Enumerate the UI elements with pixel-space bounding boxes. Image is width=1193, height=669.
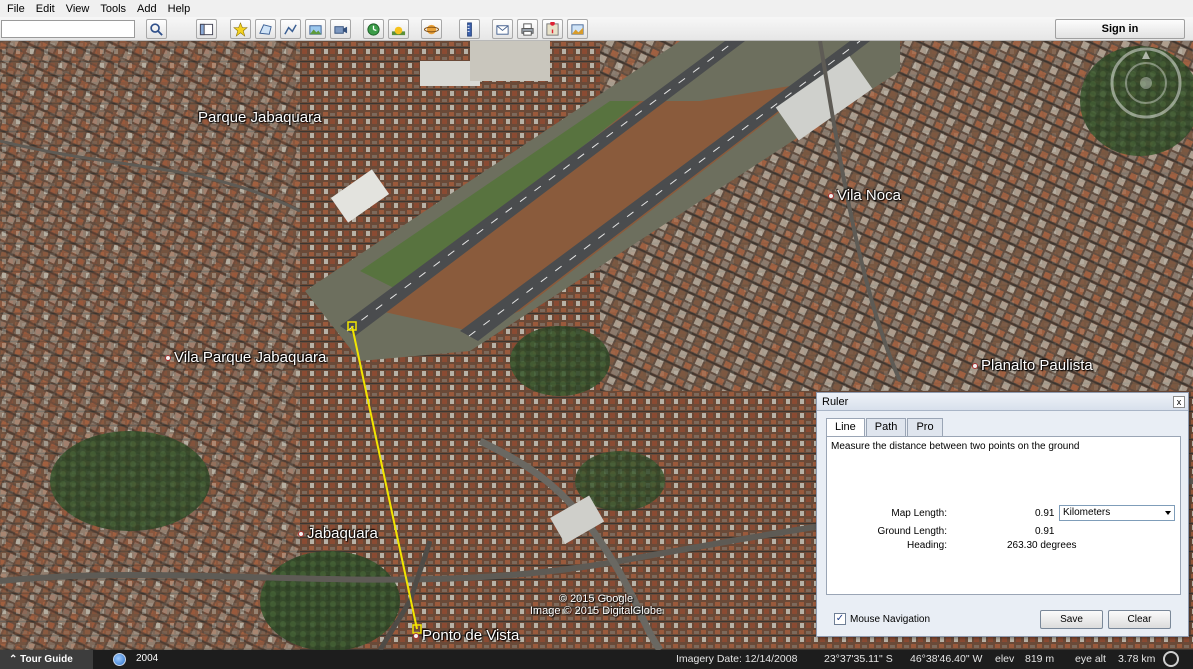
- sidebar-toggle-button[interactable]: [196, 19, 217, 39]
- place-marker-dot: [413, 633, 419, 640]
- place-label-planalto-paulista[interactable]: Planalto Paulista: [972, 357, 1093, 374]
- menu-tools[interactable]: Tools: [96, 3, 133, 15]
- place-marker-dot: [972, 363, 978, 370]
- place-label-jabaquara[interactable]: Jabaquara: [298, 525, 378, 542]
- menu-file[interactable]: File: [3, 3, 32, 15]
- historical-imagery-button[interactable]: [363, 19, 384, 39]
- sidebar-icon: [199, 23, 214, 35]
- eye-alt-label: eye alt: [1075, 653, 1106, 665]
- mouse-navigation-label: Mouse Navigation: [850, 614, 931, 625]
- close-icon[interactable]: x: [1173, 396, 1185, 408]
- email-button[interactable]: [492, 19, 513, 39]
- elevation-label: elev: [995, 653, 1015, 665]
- tab-line[interactable]: Line: [826, 418, 865, 437]
- ruler-dialog-title[interactable]: Ruler: [817, 393, 1188, 411]
- add-overlay-button[interactable]: [305, 19, 326, 39]
- ruler-panel: Measure the distance between two points …: [826, 436, 1181, 595]
- record-tour-button[interactable]: [330, 19, 351, 39]
- place-label-vila-noca[interactable]: Vila Noca: [828, 187, 901, 204]
- status-bar: ⌃ Tour Guide 2004 Imagery Date: 12/14/20…: [0, 650, 1193, 669]
- place-marker-dot: [165, 355, 171, 362]
- place-label-vila-parque-jabaquara[interactable]: Vila Parque Jabaquara: [165, 349, 326, 366]
- tour-guide-button[interactable]: ⌃ Tour Guide: [0, 650, 93, 669]
- place-label-ponto-de-vista[interactable]: Ponto de Vista: [413, 627, 519, 644]
- ruler-description: Measure the distance between two points …: [831, 441, 1080, 452]
- planets-icon: [424, 24, 439, 34]
- tour-guide-label: Tour Guide: [20, 654, 73, 665]
- add-polygon-button[interactable]: [255, 19, 276, 39]
- map-length-label: Map Length:: [891, 508, 947, 519]
- placemark-icon: [233, 21, 248, 37]
- eye-alt-value: 3.78 km: [1118, 653, 1156, 665]
- longitude-readout: 46°38'46.40" W: [910, 653, 983, 665]
- imagery-copyright: © 2015 Google Image © 2015 DigitalGlobe: [526, 593, 666, 617]
- clear-button[interactable]: Clear: [1108, 610, 1171, 629]
- overlay-icon: [309, 24, 322, 35]
- chevron-down-icon: [1165, 511, 1171, 515]
- save-image-icon: [571, 23, 584, 35]
- copyright-digitalglobe: Image © 2015 DigitalGlobe: [529, 605, 663, 617]
- historical-year: 2004: [136, 653, 159, 664]
- menu-view[interactable]: View: [62, 3, 97, 15]
- unit-select[interactable]: Kilometers: [1059, 505, 1175, 521]
- polygon-icon: [259, 23, 272, 35]
- imagery-date: Imagery Date: 12/14/2008: [676, 653, 798, 665]
- menu-bar: File Edit View Tools Add Help: [0, 0, 1193, 17]
- email-icon: [496, 24, 509, 35]
- path-icon: [284, 23, 297, 35]
- tab-path[interactable]: Path: [865, 418, 907, 436]
- mouse-navigation-checkbox[interactable]: ✓: [834, 613, 846, 625]
- ruler-icon: [467, 21, 472, 37]
- elevation-value: 819 m: [1025, 653, 1055, 665]
- sunlight-button[interactable]: [388, 19, 409, 39]
- ruler-button[interactable]: [459, 19, 480, 39]
- save-image-button[interactable]: [567, 19, 588, 39]
- search-button[interactable]: [146, 19, 167, 39]
- historical-imagery-icon[interactable]: [113, 653, 126, 666]
- toolbar: Sign in: [0, 17, 1193, 41]
- tab-pro[interactable]: Pro: [907, 418, 943, 436]
- add-placemark-button[interactable]: [230, 19, 251, 39]
- menu-help[interactable]: Help: [164, 3, 198, 15]
- google-maps-button[interactable]: [542, 19, 563, 39]
- print-icon: [521, 22, 534, 36]
- google-maps-icon: [546, 21, 559, 36]
- streaming-globe-icon: [1163, 651, 1179, 667]
- menu-edit[interactable]: Edit: [32, 3, 62, 15]
- copyright-google: © 2015 Google: [558, 593, 634, 605]
- sunlight-icon: [391, 26, 406, 35]
- heading-label: Heading:: [906, 540, 947, 551]
- latitude-readout: 23°37'35.11" S: [824, 653, 893, 665]
- print-button[interactable]: [517, 19, 538, 39]
- place-marker-dot: [828, 193, 834, 200]
- search-icon: [150, 22, 163, 36]
- unit-select-value: Kilometers: [1063, 507, 1111, 518]
- planets-button[interactable]: [421, 19, 442, 39]
- navigation-compass-icon[interactable]: [1108, 45, 1184, 121]
- place-label-parque-jabaquara[interactable]: Parque Jabaquara: [198, 109, 321, 126]
- ruler-tabs: Line Path Pro: [826, 418, 944, 437]
- ground-length-value: 0.91: [1035, 526, 1055, 537]
- ruler-dialog: Ruler x Line Path Pro Measure the distan…: [816, 392, 1189, 637]
- sign-in-button[interactable]: Sign in: [1055, 19, 1185, 39]
- place-marker-dot: [298, 531, 304, 538]
- save-button[interactable]: Save: [1040, 610, 1103, 629]
- historical-imagery-icon: [367, 22, 380, 36]
- heading-value: 263.30 degrees: [1007, 540, 1077, 551]
- tour-icon: [334, 25, 348, 34]
- add-path-button[interactable]: [280, 19, 301, 39]
- search-input[interactable]: [1, 20, 135, 38]
- ground-length-label: Ground Length:: [877, 526, 948, 537]
- menu-add[interactable]: Add: [133, 3, 164, 15]
- map-length-value: 0.91: [1035, 508, 1055, 519]
